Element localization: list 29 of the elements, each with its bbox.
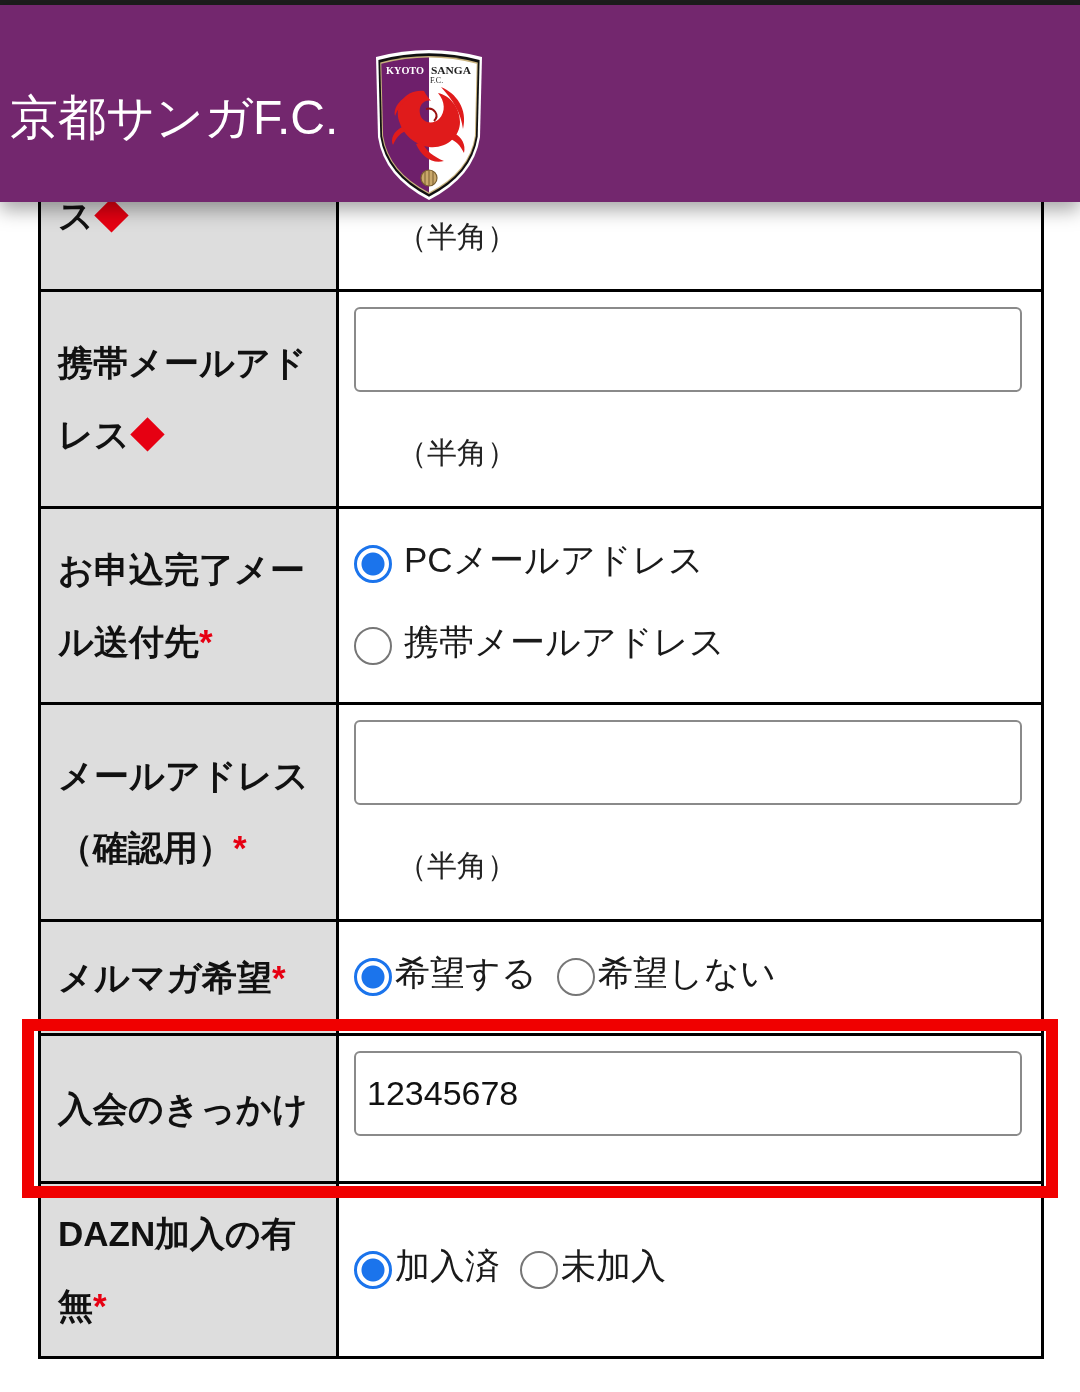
field-label: DAZN加入の有無*	[58, 1213, 298, 1327]
crest-text: F.C.	[430, 76, 444, 85]
field-label: メルマガ希望*	[58, 956, 286, 999]
radio-button[interactable]	[354, 1250, 392, 1289]
field-label: メールアドレス（確認用）*	[58, 755, 310, 869]
radio-button[interactable]	[354, 545, 392, 583]
radio-label[interactable]: 未加入	[561, 1244, 666, 1287]
radio-button[interactable]	[520, 1250, 558, 1289]
input-field[interactable]: 12345678	[354, 1051, 1022, 1136]
field-label: 入会のきっかけ	[58, 1087, 308, 1130]
note-text: （半角）	[397, 435, 517, 471]
radio-button[interactable]	[354, 627, 392, 665]
radio-label[interactable]: 携帯メールアドレス	[404, 621, 725, 663]
radio-label[interactable]: 加入済	[395, 1244, 500, 1287]
input-field[interactable]	[354, 307, 1022, 392]
note-text: （半角）	[397, 219, 517, 255]
field-label: 携帯メールアドレス◆	[58, 342, 308, 456]
input-field[interactable]	[354, 720, 1022, 805]
crest-text: SANGA	[431, 65, 467, 76]
field-label: お申込完了メール送付先*	[58, 548, 306, 663]
radio-label[interactable]: 希望しない	[598, 952, 776, 994]
radio-label[interactable]: 希望する	[395, 952, 537, 994]
site-title: 京都サンガF.C.	[10, 92, 339, 145]
ball-icon	[420, 169, 438, 187]
radio-button[interactable]	[557, 958, 595, 996]
crest-text: KYOTO	[386, 65, 424, 76]
radio-button[interactable]	[354, 958, 392, 996]
note-text: （半角）	[397, 848, 517, 884]
radio-label[interactable]: PCメールアドレス	[404, 539, 704, 581]
